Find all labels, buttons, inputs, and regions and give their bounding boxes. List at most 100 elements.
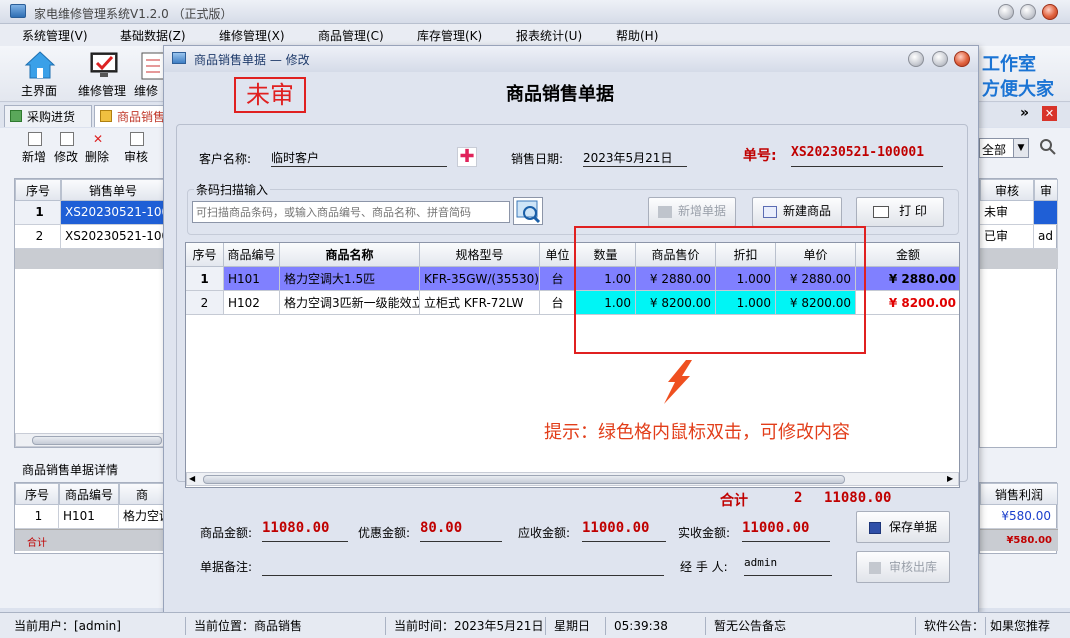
discount-label: 优惠金额: [358, 526, 411, 540]
audit-outbound-button[interactable]: 审核出库 [856, 551, 950, 583]
maximize-button[interactable] [1020, 4, 1036, 20]
app-title: 家电维修管理系统V1.2.0 （正式版） [34, 7, 233, 21]
status-marquee: 如果您推荐 [990, 619, 1051, 633]
menu-product[interactable]: 商品管理(C) [318, 27, 384, 44]
status-filter-select[interactable]: 全部 ▼ [979, 138, 1029, 158]
grid-row2-spec[interactable]: 立柜式 KFR-72LW [420, 291, 540, 315]
right-row-auditor[interactable] [1034, 201, 1058, 225]
grid-header-unit: 单位 [540, 243, 576, 267]
sales-icon [100, 110, 112, 122]
received-value[interactable]: 11000.00 [742, 520, 830, 542]
list-row-no[interactable]: 2 [15, 225, 61, 249]
repair-button[interactable]: 维修管理 [76, 48, 132, 100]
search-icon[interactable] [1039, 138, 1057, 156]
minimize-button[interactable] [998, 4, 1014, 20]
scroll-left-icon[interactable]: ◀ [189, 473, 195, 485]
save-button[interactable]: 保存单据 [856, 511, 950, 543]
scan-input[interactable] [192, 201, 510, 223]
add-customer-icon[interactable]: ✚ [457, 147, 477, 167]
grid-row1-unit[interactable]: 台 [540, 267, 576, 291]
right-row-auditor[interactable]: ad [1034, 225, 1058, 249]
menu-basic-data[interactable]: 基础数据(Z) [120, 27, 186, 44]
print-button[interactable]: 打 印 [856, 197, 944, 227]
menu-inventory[interactable]: 库存管理(K) [417, 27, 482, 44]
status-position: 当前位置：商品销售 [194, 617, 386, 635]
new-product-button[interactable]: 新建商品 [752, 197, 842, 227]
grid-row2-no[interactable]: 2 [186, 291, 224, 315]
dialog-close-button[interactable] [954, 51, 970, 67]
list-row-id[interactable]: XS20230521-1000 [61, 201, 165, 225]
save-icon [868, 521, 881, 534]
list-hscroll-thumb[interactable] [32, 436, 162, 445]
add-button[interactable]: 新增 [22, 132, 50, 170]
close-button[interactable] [1042, 4, 1058, 20]
dialog-maximize-button[interactable] [932, 51, 948, 67]
grid-row2-amount[interactable]: ¥ 8200.00 [856, 291, 959, 315]
right-total-row [980, 249, 1058, 269]
date-field[interactable]: 2023年5月21日 [583, 149, 687, 167]
audit-button[interactable]: 审核 [124, 132, 152, 170]
hint-arrow-icon [664, 360, 692, 404]
list-header-id: 销售单号 [61, 179, 165, 201]
detail-header-code: 商品编号 [59, 483, 119, 505]
discount-value[interactable]: 80.00 [420, 520, 502, 542]
detail-row-name[interactable]: 格力空调 [119, 505, 165, 529]
profit-column: 销售利润 ¥580.00 ¥580.00 [979, 482, 1058, 554]
grid-row1-code[interactable]: H101 [224, 267, 280, 291]
right-row-audit[interactable]: 未审 [980, 201, 1034, 225]
grid-header-spec: 规格型号 [420, 243, 540, 267]
detail-row-no[interactable]: 1 [15, 505, 59, 529]
audit-icon [130, 132, 144, 146]
list-header-no: 序号 [15, 179, 61, 201]
dialog-icon [172, 52, 186, 64]
grid-row2-name[interactable]: 格力空调3匹新一级能效立 [280, 291, 420, 315]
delete-button[interactable]: ✕ 删除 [85, 132, 113, 170]
status-bar: 当前用户：[admin] 当前位置：商品销售 当前时间：2023年5月21日 星… [0, 612, 1070, 638]
right-header-audit: 审核 [980, 179, 1034, 201]
list-row-no[interactable]: 1 [15, 201, 61, 225]
menu-help[interactable]: 帮助(H) [616, 27, 658, 44]
total-count: 2 [794, 490, 803, 506]
grid-row2-unit[interactable]: 台 [540, 291, 576, 315]
customer-field[interactable]: 临时客户 [271, 149, 447, 167]
status-time: 当前时间：2023年5月21日 [394, 617, 546, 635]
app-titlebar: 家电维修管理系统V1.2.0 （正式版） [0, 0, 1070, 24]
grid-row1-no[interactable]: 1 [186, 267, 224, 291]
dialog-minimize-button[interactable] [908, 51, 924, 67]
total-label: 合计 [720, 493, 748, 509]
menu-reports[interactable]: 报表统计(U) [516, 27, 582, 44]
grid-hscroll-thumb[interactable] [203, 475, 845, 484]
home-button[interactable]: 主界面 [18, 48, 64, 100]
grid-header-name: 商品名称 [280, 243, 420, 267]
list-row-id[interactable]: XS20230521-1000 [61, 225, 165, 249]
list-hscrollbar[interactable] [15, 433, 165, 447]
right-list-table: 审核 审 未审 已审 ad [979, 178, 1058, 448]
repair2-button[interactable]: 维修 [134, 48, 165, 100]
scan-search-icon[interactable] [513, 197, 543, 225]
edit-product-icon [762, 205, 777, 218]
tab-sales[interactable]: 商品销售 [94, 105, 166, 127]
scroll-right-icon[interactable]: ▶ [947, 473, 953, 485]
detail-row-code[interactable]: H101 [59, 505, 119, 529]
menu-repair[interactable]: 维修管理(X) [219, 27, 285, 44]
status-user: 当前用户：[admin] [14, 617, 186, 635]
edit-button[interactable]: 修改 [54, 132, 82, 170]
home-icon [24, 51, 56, 79]
handler-label: 经 手 人: [680, 560, 728, 574]
monitor-icon [90, 52, 118, 77]
profit-value[interactable]: ¥580.00 [980, 505, 1058, 529]
grid-row1-spec[interactable]: KFR-35GW/(35530) [420, 267, 540, 291]
tab-close-icon[interactable]: ✕ [1042, 106, 1057, 121]
handler-field[interactable]: admin [744, 556, 832, 576]
tab-purchase[interactable]: 采购进货 [4, 105, 92, 127]
total-amount: 11080.00 [824, 490, 892, 506]
remark-field[interactable] [262, 554, 664, 576]
grid-row2-code[interactable]: H102 [224, 291, 280, 315]
tab-scroll-icon[interactable]: » [1020, 105, 1029, 121]
grid-row1-name[interactable]: 格力空调大1.5匹 [280, 267, 420, 291]
right-row-audit[interactable]: 已审 [980, 225, 1034, 249]
menu-system[interactable]: 系统管理(V) [22, 27, 88, 44]
grid-row1-amount[interactable]: ¥ 2880.00 [856, 267, 959, 291]
new-order-button[interactable]: 新增单据 [648, 197, 736, 227]
grid-hscrollbar[interactable]: ◀ ▶ [186, 472, 959, 486]
